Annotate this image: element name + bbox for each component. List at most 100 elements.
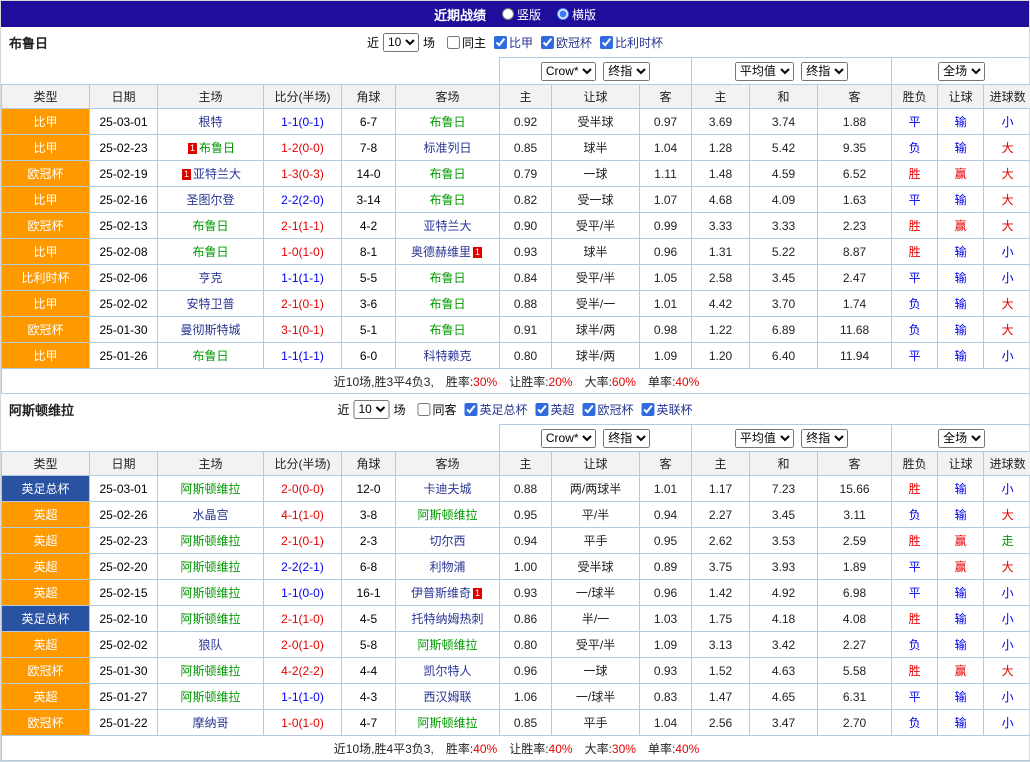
average-select[interactable]: 平均值 (735, 62, 794, 81)
league-checkbox[interactable] (536, 403, 549, 416)
home-team-name[interactable]: 狼队 (198, 638, 222, 652)
home-team-name[interactable]: 布鲁日 (192, 245, 228, 259)
score-cell[interactable]: 1-1(0-0) (264, 580, 342, 606)
league-filter[interactable]: 英联杯 (642, 401, 693, 418)
score-cell[interactable]: 1-0(1-0) (264, 710, 342, 736)
league-checkbox[interactable] (583, 403, 596, 416)
average-select[interactable]: 平均值 (735, 429, 794, 448)
final-odds-select-2[interactable]: 终指 (801, 62, 848, 81)
league-filter[interactable]: 英足总杯 (464, 401, 527, 418)
home-team-name[interactable]: 水晶宫 (192, 508, 228, 522)
away-team-name[interactable]: 奥德赫维里 (411, 245, 471, 259)
league-filter[interactable]: 欧冠杯 (541, 34, 592, 51)
team-name-link[interactable]: 阿斯顿维拉 (9, 400, 74, 419)
league-filter[interactable]: 英超 (536, 401, 575, 418)
layout-option-vertical[interactable]: 竖版 (502, 6, 541, 23)
score-cell[interactable]: 2-1(0-1) (264, 528, 342, 554)
away-team-name[interactable]: 托特纳姆热刺 (412, 612, 484, 626)
away-team-name[interactable]: 伊普斯维奇 (411, 586, 471, 600)
away-team-name[interactable]: 布鲁日 (430, 271, 466, 285)
horizontal-layout-radio[interactable] (557, 8, 569, 20)
score-cell[interactable]: 1-1(1-1) (264, 265, 342, 291)
league-checkbox[interactable] (541, 36, 554, 49)
away-team-name[interactable]: 切尔西 (430, 534, 466, 548)
score-cell[interactable]: 2-1(1-0) (264, 606, 342, 632)
layout-option-horizontal[interactable]: 横版 (557, 6, 596, 23)
score-cell[interactable]: 1-1(0-1) (264, 109, 342, 135)
home-team-name[interactable]: 阿斯顿维拉 (180, 482, 240, 496)
home-team-name[interactable]: 阿斯顿维拉 (180, 690, 240, 704)
away-team-name[interactable]: 阿斯顿维拉 (418, 638, 478, 652)
score-cell[interactable]: 2-0(0-0) (264, 476, 342, 502)
same-venue-checkbox[interactable] (417, 403, 430, 416)
scope-select[interactable]: 全场 (938, 62, 985, 81)
league-filter[interactable]: 欧冠杯 (583, 401, 634, 418)
away-team-name[interactable]: 凯尔特人 (424, 664, 472, 678)
score-cell[interactable]: 2-2(2-1) (264, 554, 342, 580)
bookmaker-select[interactable]: Crow* (541, 429, 596, 448)
same-venue-filter[interactable]: 同客 (417, 401, 456, 418)
league-filter[interactable]: 比利时杯 (600, 34, 663, 51)
home-team-name[interactable]: 阿斯顿维拉 (180, 664, 240, 678)
league-filter[interactable]: 比甲 (494, 34, 533, 51)
away-team-name[interactable]: 西汉姆联 (424, 690, 472, 704)
league-checkbox[interactable] (642, 403, 655, 416)
score-cell[interactable]: 3-1(0-1) (264, 317, 342, 343)
home-team-name[interactable]: 阿斯顿维拉 (180, 560, 240, 574)
score-cell[interactable]: 1-3(0-3) (264, 161, 342, 187)
match-count-select[interactable]: 10 (383, 33, 419, 52)
home-team-name[interactable]: 布鲁日 (192, 349, 228, 363)
home-team-name[interactable]: 亨克 (198, 271, 222, 285)
score-cell[interactable]: 2-2(2-0) (264, 187, 342, 213)
home-team-name[interactable]: 布鲁日 (199, 141, 235, 155)
away-team-name[interactable]: 亚特兰大 (424, 219, 472, 233)
score-cell[interactable]: 1-1(1-0) (264, 684, 342, 710)
league-checkbox[interactable] (464, 403, 477, 416)
score-cell[interactable]: 1-2(0-0) (264, 135, 342, 161)
away-team-name[interactable]: 布鲁日 (430, 193, 466, 207)
away-team-name[interactable]: 阿斯顿维拉 (418, 716, 478, 730)
away-team-name[interactable]: 标准列日 (424, 141, 472, 155)
score-cell[interactable]: 2-1(1-1) (264, 213, 342, 239)
league-checkbox[interactable] (600, 36, 613, 49)
final-odds-select[interactable]: 终指 (603, 62, 650, 81)
home-team-name[interactable]: 布鲁日 (192, 219, 228, 233)
home-team-name[interactable]: 曼彻斯特城 (180, 323, 240, 337)
away-team-name[interactable]: 布鲁日 (430, 323, 466, 337)
score-cell[interactable]: 4-1(1-0) (264, 502, 342, 528)
bookmaker-select[interactable]: Crow* (541, 62, 596, 81)
away-team-name[interactable]: 利物浦 (430, 560, 466, 574)
home-odds: 0.96 (500, 658, 552, 684)
score-cell[interactable]: 2-0(1-0) (264, 632, 342, 658)
same-venue-checkbox[interactable] (447, 36, 460, 49)
home-team-name[interactable]: 根特 (198, 115, 222, 129)
home-team-name[interactable]: 阿斯顿维拉 (180, 612, 240, 626)
home-team-name[interactable]: 摩纳哥 (192, 716, 228, 730)
scope-select[interactable]: 全场 (938, 429, 985, 448)
vertical-layout-radio[interactable] (502, 8, 514, 20)
away-team-name[interactable]: 布鲁日 (430, 167, 466, 181)
away-team-name[interactable]: 布鲁日 (430, 297, 466, 311)
score-cell[interactable]: 4-2(2-2) (264, 658, 342, 684)
home-team-name[interactable]: 阿斯顿维拉 (180, 534, 240, 548)
away-team-cell: 托特纳姆热刺 (396, 606, 500, 632)
home-team-name[interactable]: 安特卫普 (186, 297, 234, 311)
home-team-name[interactable]: 圣图尔登 (186, 193, 234, 207)
away-team-name[interactable]: 布鲁日 (430, 115, 466, 129)
away-team-name[interactable]: 卡迪夫城 (424, 482, 472, 496)
same-venue-filter[interactable]: 同主 (447, 34, 486, 51)
league-checkbox[interactable] (494, 36, 507, 49)
away-team-name[interactable]: 科特赖克 (424, 349, 472, 363)
column-header: 日期 (90, 452, 158, 476)
home-team-name[interactable]: 亚特兰大 (193, 167, 241, 181)
away-team-name[interactable]: 阿斯顿维拉 (418, 508, 478, 522)
final-odds-select[interactable]: 终指 (603, 429, 650, 448)
home-team-name[interactable]: 阿斯顿维拉 (180, 586, 240, 600)
score-cell[interactable]: 2-1(0-1) (264, 291, 342, 317)
result-goals: 小 (984, 580, 1030, 606)
score-cell[interactable]: 1-0(1-0) (264, 239, 342, 265)
score-cell[interactable]: 1-1(1-1) (264, 343, 342, 369)
match-count-select[interactable]: 10 (353, 400, 389, 419)
final-odds-select-2[interactable]: 终指 (801, 429, 848, 448)
team-name-link[interactable]: 布鲁日 (9, 33, 48, 52)
